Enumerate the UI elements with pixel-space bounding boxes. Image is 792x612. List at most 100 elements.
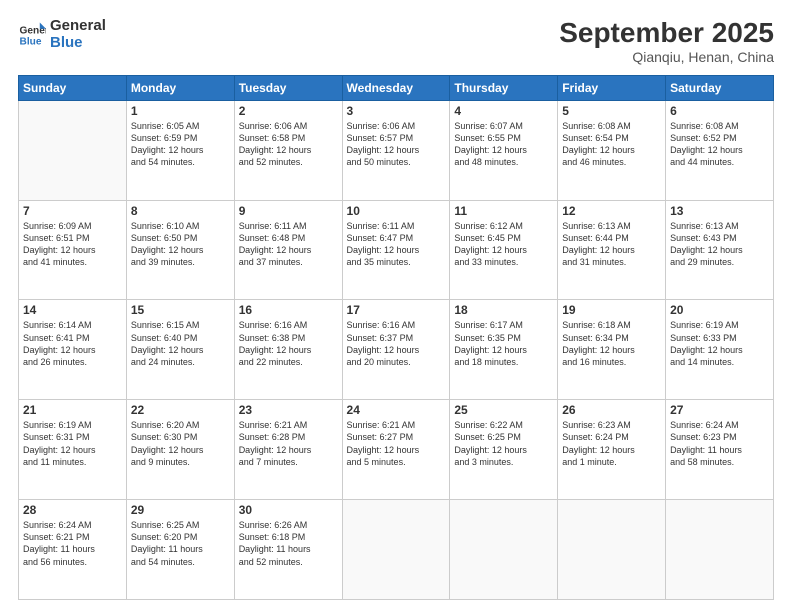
week-row-2: 7 Sunrise: 6:09 AM Sunset: 6:51 PM Daylig… [19,200,774,300]
calendar-cell: 20 Sunrise: 6:19 AM Sunset: 6:33 PM Dayli… [666,300,774,400]
col-sunday: Sunday [19,75,127,100]
day-number: 21 [23,403,122,417]
day-number: 12 [562,204,661,218]
day-number: 22 [131,403,230,417]
calendar-cell: 1 Sunrise: 6:05 AM Sunset: 6:59 PM Daylig… [126,100,234,200]
day-info: Sunrise: 6:08 AM Sunset: 6:54 PM Dayligh… [562,120,661,169]
calendar-cell: 28 Sunrise: 6:24 AM Sunset: 6:21 PM Dayli… [19,500,127,600]
day-number: 27 [670,403,769,417]
day-number: 29 [131,503,230,517]
day-info: Sunrise: 6:14 AM Sunset: 6:41 PM Dayligh… [23,319,122,368]
day-number: 14 [23,303,122,317]
week-row-1: 1 Sunrise: 6:05 AM Sunset: 6:59 PM Daylig… [19,100,774,200]
day-number: 4 [454,104,553,118]
calendar-cell: 8 Sunrise: 6:10 AM Sunset: 6:50 PM Daylig… [126,200,234,300]
day-info: Sunrise: 6:06 AM Sunset: 6:57 PM Dayligh… [347,120,446,169]
day-number: 11 [454,204,553,218]
day-number: 13 [670,204,769,218]
day-info: Sunrise: 6:11 AM Sunset: 6:47 PM Dayligh… [347,220,446,269]
day-number: 5 [562,104,661,118]
day-number: 23 [239,403,338,417]
calendar-cell [19,100,127,200]
week-row-4: 21 Sunrise: 6:19 AM Sunset: 6:31 PM Dayli… [19,400,774,500]
day-info: Sunrise: 6:13 AM Sunset: 6:43 PM Dayligh… [670,220,769,269]
day-info: Sunrise: 6:18 AM Sunset: 6:34 PM Dayligh… [562,319,661,368]
day-info: Sunrise: 6:17 AM Sunset: 6:35 PM Dayligh… [454,319,553,368]
day-number: 15 [131,303,230,317]
calendar-cell: 21 Sunrise: 6:19 AM Sunset: 6:31 PM Dayli… [19,400,127,500]
calendar-cell: 24Sunrise: 6:21 AM Sunset: 6:27 PM Dayli… [342,400,450,500]
calendar-cell: 4 Sunrise: 6:07 AM Sunset: 6:55 PM Daylig… [450,100,558,200]
page: General Blue General Blue September 2025… [0,0,792,612]
day-number: 26 [562,403,661,417]
day-info: Sunrise: 6:24 AM Sunset: 6:21 PM Dayligh… [23,519,122,568]
calendar-cell: 23Sunrise: 6:21 AM Sunset: 6:28 PM Dayli… [234,400,342,500]
day-number: 24 [347,403,446,417]
col-wednesday: Wednesday [342,75,450,100]
day-info: Sunrise: 6:23 AM Sunset: 6:24 PM Dayligh… [562,419,661,468]
col-friday: Friday [558,75,666,100]
calendar-cell: 7 Sunrise: 6:09 AM Sunset: 6:51 PM Daylig… [19,200,127,300]
header: General Blue General Blue September 2025… [18,18,774,65]
calendar-cell [342,500,450,600]
day-number: 16 [239,303,338,317]
day-info: Sunrise: 6:05 AM Sunset: 6:59 PM Dayligh… [131,120,230,169]
calendar-cell: 27 Sunrise: 6:24 AM Sunset: 6:23 PM Dayli… [666,400,774,500]
day-number: 1 [131,104,230,118]
col-thursday: Thursday [450,75,558,100]
day-info: Sunrise: 6:24 AM Sunset: 6:23 PM Dayligh… [670,419,769,468]
calendar-cell: 19 Sunrise: 6:18 AM Sunset: 6:34 PM Dayli… [558,300,666,400]
day-number: 2 [239,104,338,118]
day-info: Sunrise: 6:20 AM Sunset: 6:30 PM Dayligh… [131,419,230,468]
day-info: Sunrise: 6:13 AM Sunset: 6:44 PM Dayligh… [562,220,661,269]
col-monday: Monday [126,75,234,100]
calendar-cell: 30 Sunrise: 6:26 AM Sunset: 6:18 PM Dayli… [234,500,342,600]
calendar-cell [450,500,558,600]
logo-icon: General Blue [18,21,46,49]
calendar-cell: 13 Sunrise: 6:13 AM Sunset: 6:43 PM Dayli… [666,200,774,300]
day-info: Sunrise: 6:16 AM Sunset: 6:37 PM Dayligh… [347,319,446,368]
logo: General Blue General Blue [18,18,106,51]
calendar-cell: 17 Sunrise: 6:16 AM Sunset: 6:37 PM Dayli… [342,300,450,400]
calendar-cell: 25Sunrise: 6:22 AM Sunset: 6:25 PM Dayli… [450,400,558,500]
day-info: Sunrise: 6:15 AM Sunset: 6:40 PM Dayligh… [131,319,230,368]
day-number: 8 [131,204,230,218]
calendar-cell: 15 Sunrise: 6:15 AM Sunset: 6:40 PM Dayli… [126,300,234,400]
day-number: 10 [347,204,446,218]
calendar-cell: 11 Sunrise: 6:12 AM Sunset: 6:45 PM Dayli… [450,200,558,300]
logo-blue: Blue [50,35,106,52]
subtitle: Qianqiu, Henan, China [559,49,774,65]
day-info: Sunrise: 6:12 AM Sunset: 6:45 PM Dayligh… [454,220,553,269]
day-info: Sunrise: 6:11 AM Sunset: 6:48 PM Dayligh… [239,220,338,269]
day-number: 19 [562,303,661,317]
day-number: 18 [454,303,553,317]
day-info: Sunrise: 6:25 AM Sunset: 6:20 PM Dayligh… [131,519,230,568]
day-info: Sunrise: 6:10 AM Sunset: 6:50 PM Dayligh… [131,220,230,269]
day-number: 7 [23,204,122,218]
day-number: 28 [23,503,122,517]
calendar-cell: 29 Sunrise: 6:25 AM Sunset: 6:20 PM Dayli… [126,500,234,600]
day-info: Sunrise: 6:22 AM Sunset: 6:25 PM Dayligh… [454,419,553,468]
day-info: Sunrise: 6:09 AM Sunset: 6:51 PM Dayligh… [23,220,122,269]
title-block: September 2025 Qianqiu, Henan, China [559,18,774,65]
calendar-cell: 14 Sunrise: 6:14 AM Sunset: 6:41 PM Dayli… [19,300,127,400]
calendar-cell: 22 Sunrise: 6:20 AM Sunset: 6:30 PM Dayli… [126,400,234,500]
calendar-cell: 12 Sunrise: 6:13 AM Sunset: 6:44 PM Dayli… [558,200,666,300]
calendar-cell: 10 Sunrise: 6:11 AM Sunset: 6:47 PM Dayli… [342,200,450,300]
calendar-cell [558,500,666,600]
day-info: Sunrise: 6:16 AM Sunset: 6:38 PM Dayligh… [239,319,338,368]
day-info: Sunrise: 6:26 AM Sunset: 6:18 PM Dayligh… [239,519,338,568]
calendar-table: Sunday Monday Tuesday Wednesday Thursday… [18,75,774,600]
calendar-cell: 3 Sunrise: 6:06 AM Sunset: 6:57 PM Daylig… [342,100,450,200]
day-info: Sunrise: 6:07 AM Sunset: 6:55 PM Dayligh… [454,120,553,169]
day-number: 3 [347,104,446,118]
day-number: 17 [347,303,446,317]
week-row-3: 14 Sunrise: 6:14 AM Sunset: 6:41 PM Dayli… [19,300,774,400]
calendar-cell: 16 Sunrise: 6:16 AM Sunset: 6:38 PM Dayli… [234,300,342,400]
day-number: 30 [239,503,338,517]
day-info: Sunrise: 6:19 AM Sunset: 6:33 PM Dayligh… [670,319,769,368]
col-saturday: Saturday [666,75,774,100]
day-number: 9 [239,204,338,218]
day-number: 20 [670,303,769,317]
day-info: Sunrise: 6:19 AM Sunset: 6:31 PM Dayligh… [23,419,122,468]
